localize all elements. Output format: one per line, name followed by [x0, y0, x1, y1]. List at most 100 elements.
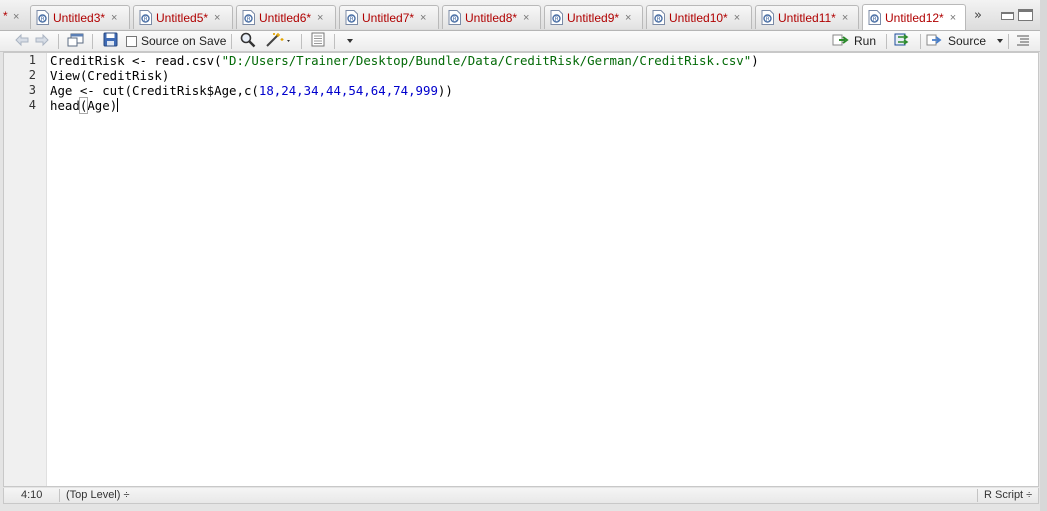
tab-untitled12[interactable]: R Untitled12* × [862, 4, 966, 30]
editor-status-bar: 4:10 (Top Level) ÷ R Script ÷ [3, 488, 1039, 504]
run-button[interactable]: Run [832, 33, 876, 49]
tab-untitled11[interactable]: R Untitled11* × [755, 5, 859, 29]
code-line[interactable]: head(Age) [50, 97, 119, 114]
compile-report-button[interactable] [310, 32, 326, 50]
tab-close-icon[interactable]: × [523, 12, 529, 24]
tab-close-icon[interactable]: × [734, 12, 740, 24]
document-outline-button[interactable] [1016, 33, 1030, 49]
tab-label: Untitled6* [259, 10, 312, 25]
code-editor[interactable]: 1 2 3 4 CreditRisk <- read.csv("D:/Users… [3, 52, 1039, 487]
rerun-button[interactable] [894, 33, 914, 49]
toolbar-separator [886, 34, 887, 49]
tab-untitled7[interactable]: R Untitled7* × [339, 5, 439, 29]
toolbar-separator [58, 34, 59, 49]
scope-selector[interactable]: (Top Level) ÷ [66, 489, 130, 501]
notebook-icon [310, 32, 326, 50]
source-arrow-icon [926, 34, 944, 49]
code-line[interactable]: CreditRisk <- read.csv("D:/Users/Trainer… [50, 53, 759, 68]
tab-close-icon[interactable]: × [625, 12, 631, 24]
tab-close-icon[interactable]: × [13, 11, 19, 23]
toolbar-separator [334, 34, 335, 49]
r-file-icon: R [242, 10, 255, 25]
svg-text:R: R [873, 16, 877, 23]
line-number: 3 [28, 83, 36, 97]
code-text: View(CreditRisk) [50, 68, 170, 83]
popout-window-icon [67, 33, 84, 50]
forward-button[interactable] [34, 33, 50, 49]
source-on-save-label: Source on Save [141, 34, 227, 48]
code-text: Age [87, 98, 110, 113]
code-text: ) [751, 53, 759, 68]
more-options-dropdown[interactable] [346, 33, 355, 49]
run-arrow-icon [832, 34, 850, 49]
source-button[interactable]: Source [926, 33, 1005, 49]
tab-label: Untitled12* [885, 10, 944, 25]
tab-label: Untitled5* [156, 10, 209, 25]
tab-close-icon[interactable]: × [214, 12, 220, 24]
string-literal: "D:/Users/Trainer/Desktop/Bundle/Data/Cr… [221, 53, 752, 68]
tab-partial[interactable]: * × [3, 9, 19, 23]
find-replace-button[interactable] [240, 32, 256, 51]
tab-close-icon[interactable]: × [111, 12, 117, 24]
maximize-pane-icon[interactable] [1018, 9, 1033, 21]
svg-text:R: R [350, 16, 354, 23]
svg-text:R: R [657, 16, 661, 23]
source-label: Source [948, 34, 987, 48]
r-file-icon: R [652, 10, 665, 25]
outline-lines-icon [1016, 34, 1030, 49]
status-separator [59, 489, 60, 502]
save-button[interactable] [103, 32, 118, 50]
minimize-pane-icon[interactable] [1001, 12, 1014, 20]
svg-text:R: R [247, 16, 251, 23]
tab-untitled5[interactable]: R Untitled5* × [133, 5, 233, 29]
code-text: head [50, 98, 80, 113]
code-text: Age <- cut(CreditRisk$Age,c( [50, 83, 259, 98]
svg-text:R: R [144, 16, 148, 23]
tab-untitled6[interactable]: R Untitled6* × [236, 5, 336, 29]
toolbar-separator [301, 34, 302, 49]
tab-close-icon[interactable]: × [317, 12, 323, 24]
code-tools-button[interactable] [265, 32, 293, 49]
file-type-selector[interactable]: R Script ÷ [984, 489, 1032, 501]
tab-close-icon[interactable]: × [842, 12, 848, 24]
code-line[interactable]: View(CreditRisk) [50, 68, 169, 83]
back-button[interactable] [14, 33, 30, 49]
tab-label: Untitled8* [465, 10, 518, 25]
r-file-icon: R [345, 10, 358, 25]
save-disk-icon [103, 32, 118, 50]
r-file-icon: R [550, 10, 563, 25]
code-text: CreditRisk <- read.csv( [50, 53, 222, 68]
pane-splitter[interactable] [1040, 0, 1047, 511]
tab-label: Untitled3* [53, 10, 106, 25]
tab-partial-label: * [3, 9, 8, 23]
show-in-window-button[interactable] [67, 33, 84, 49]
tab-close-icon[interactable]: × [950, 12, 956, 24]
tab-untitled9[interactable]: R Untitled9* × [544, 5, 643, 29]
line-number: 4 [28, 98, 36, 112]
toolbar-separator [92, 34, 93, 49]
tab-untitled10[interactable]: R Untitled10* × [646, 5, 752, 29]
dropdown-arrow-icon [996, 34, 1005, 48]
text-cursor [117, 98, 119, 112]
tab-overflow-icon[interactable]: » [974, 8, 982, 23]
code-line[interactable]: Age <- cut(CreditRisk$Age,c(18,24,34,44,… [50, 83, 453, 98]
source-on-save-toggle[interactable]: Source on Save [126, 33, 226, 49]
toolbar-separator [920, 34, 921, 49]
dropdown-arrow-icon [346, 34, 355, 48]
source-on-save-checkbox[interactable] [126, 35, 137, 47]
tab-close-icon[interactable]: × [420, 12, 426, 24]
magnifier-icon [240, 32, 256, 51]
svg-text:R: R [766, 16, 770, 23]
code-text: )) [437, 83, 453, 98]
svg-text:R: R [453, 16, 457, 23]
line-number: 1 [28, 53, 36, 67]
editor-toolbar: Source on Save Run Source [0, 31, 1047, 52]
run-label: Run [854, 34, 877, 48]
tab-untitled3[interactable]: R Untitled3* × [30, 5, 130, 29]
tab-untitled8[interactable]: R Untitled8* × [442, 5, 541, 29]
numeric-literal: 18,24,34,44,54,64,74,999 [258, 83, 438, 98]
tab-label: Untitled9* [567, 10, 620, 25]
tab-label: Untitled11* [778, 10, 836, 25]
r-file-icon: R [36, 10, 49, 25]
editor-tab-bar: * × R Untitled3* × R Untitled5* × R Unti… [0, 0, 1047, 31]
